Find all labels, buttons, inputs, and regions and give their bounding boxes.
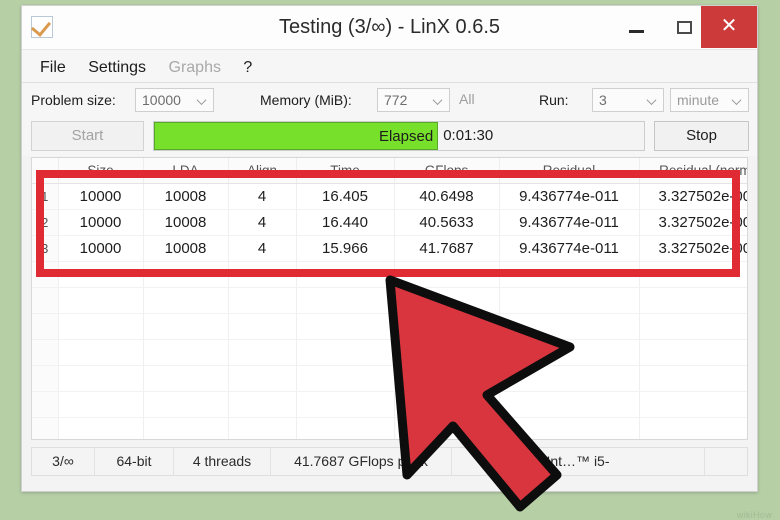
cell-time: 16.405: [296, 183, 395, 210]
problem-size-label: Problem size:: [31, 92, 116, 108]
memory-dropdown[interactable]: 772: [377, 88, 450, 112]
table-row-empty[interactable]: [32, 313, 747, 340]
close-icon: ✕: [720, 15, 738, 37]
status-bar: 3/∞ 64-bit 4 threads 41.7687 GFlops peak…: [31, 447, 748, 476]
cell-align: 4: [228, 235, 297, 262]
menu-item-help[interactable]: ?: [234, 50, 261, 80]
row-number: 1: [32, 183, 59, 210]
results-table: Size LDA Align Time GFlops Residual Resi…: [32, 158, 747, 439]
linx-application-window: Testing (3/∞) - LinX 0.6.5 ✕ File Settin…: [21, 5, 758, 492]
progress-bar: Elapsed 0:01:30: [153, 121, 645, 151]
status-threads: 4 threads: [174, 448, 271, 475]
column-header-gflops[interactable]: GFlops: [394, 158, 500, 184]
table-row[interactable]: 2 10000 10008 4 16.440 40.5633 9.436774e…: [32, 209, 747, 236]
cell-residual: 9.436774e-011: [499, 183, 640, 210]
cell-residual: 9.436774e-011: [499, 235, 640, 262]
run-count-value: 3: [599, 92, 607, 108]
table-row-empty[interactable]: [32, 261, 747, 288]
results-table-container[interactable]: Size LDA Align Time GFlops Residual Resi…: [31, 157, 748, 440]
cell-residual-norm: 3.327502e-002: [639, 183, 747, 210]
cell-lda: 10008: [143, 183, 229, 210]
table-row[interactable]: 1 10000 10008 4 16.405 40.6498 9.436774e…: [32, 183, 747, 210]
table-row-empty[interactable]: [32, 391, 747, 418]
column-header-rownum[interactable]: [32, 158, 59, 184]
table-row[interactable]: 3 10000 10008 4 15.966 41.7687 9.436774e…: [32, 235, 747, 262]
chevron-down-icon: [434, 98, 442, 103]
status-spacer: [705, 448, 747, 475]
cell-lda: 10008: [143, 235, 229, 262]
cell-lda: 10008: [143, 209, 229, 236]
table-row-empty[interactable]: [32, 287, 747, 314]
run-unit-value: minute: [677, 92, 720, 108]
memory-label: Memory (MiB):: [260, 92, 352, 108]
status-peak-gflops: 41.7687 GFlops peak: [271, 448, 452, 475]
table-header-row: Size LDA Align Time GFlops Residual Resi…: [32, 158, 747, 184]
problem-size-dropdown[interactable]: 10000: [135, 88, 214, 112]
memory-value: 772: [384, 92, 408, 108]
cell-gflops: 40.6498: [394, 183, 500, 210]
row-number: 2: [32, 209, 59, 236]
elapsed-time: 0:01:30: [443, 127, 494, 144]
menu-item-graphs[interactable]: Graphs: [160, 50, 230, 80]
run-label: Run:: [539, 92, 569, 108]
run-unit-dropdown[interactable]: minute: [670, 88, 749, 112]
column-header-time[interactable]: Time: [296, 158, 395, 184]
all-memory-button[interactable]: All: [459, 91, 475, 107]
cell-time: 15.966: [296, 235, 395, 262]
watermark-text: wikiHow: [736, 510, 772, 520]
settings-toolbar: Problem size: 10000 Memory (MiB): 772 Al…: [22, 83, 757, 119]
cell-size: 10000: [58, 235, 144, 262]
row-number: 3: [32, 235, 59, 262]
status-cpu-name: Int…™ i5-: [452, 448, 705, 475]
cell-residual: 9.436774e-011: [499, 209, 640, 236]
minimize-icon: [629, 30, 644, 33]
cell-size: 10000: [58, 209, 144, 236]
close-button[interactable]: ✕: [701, 6, 757, 48]
column-header-residual[interactable]: Residual: [499, 158, 640, 184]
chevron-down-icon: [648, 98, 656, 103]
column-header-residual-norm[interactable]: Residual (norm.): [639, 158, 747, 184]
menu-item-settings[interactable]: Settings: [79, 50, 155, 80]
run-count-dropdown[interactable]: 3: [592, 88, 664, 112]
menu-bar: File Settings Graphs ?: [22, 50, 757, 83]
table-row-empty[interactable]: [32, 339, 747, 366]
progress-bar-fill: Elapsed: [154, 122, 439, 150]
column-header-lda[interactable]: LDA: [143, 158, 229, 184]
maximize-icon: [677, 21, 692, 34]
problem-size-value: 10000: [142, 92, 181, 108]
cell-size: 10000: [58, 183, 144, 210]
column-header-align[interactable]: Align: [228, 158, 297, 184]
minimize-button[interactable]: [613, 6, 661, 48]
cell-residual-norm: 3.327502e-002: [639, 235, 747, 262]
cell-align: 4: [228, 209, 297, 236]
menu-item-file[interactable]: File: [31, 50, 75, 80]
cell-time: 16.440: [296, 209, 395, 236]
table-row-empty[interactable]: [32, 417, 747, 439]
elapsed-label: Elapsed: [378, 128, 434, 145]
stop-button[interactable]: Stop: [654, 121, 749, 151]
title-bar: Testing (3/∞) - LinX 0.6.5 ✕: [22, 6, 757, 50]
table-row-empty[interactable]: [32, 365, 747, 392]
cell-residual-norm: 3.327502e-002: [639, 209, 747, 236]
status-run-count: 3/∞: [32, 448, 95, 475]
chevron-down-icon: [733, 98, 741, 103]
cell-align: 4: [228, 183, 297, 210]
cell-gflops: 41.7687: [394, 235, 500, 262]
column-header-size[interactable]: Size: [58, 158, 144, 184]
start-button[interactable]: Start: [31, 121, 144, 151]
chevron-down-icon: [198, 98, 206, 103]
cell-gflops: 40.5633: [394, 209, 500, 236]
screenshot-root: Testing (3/∞) - LinX 0.6.5 ✕ File Settin…: [0, 0, 780, 520]
action-toolbar: Start Elapsed 0:01:30 Stop: [22, 119, 757, 156]
status-architecture: 64-bit: [95, 448, 174, 475]
